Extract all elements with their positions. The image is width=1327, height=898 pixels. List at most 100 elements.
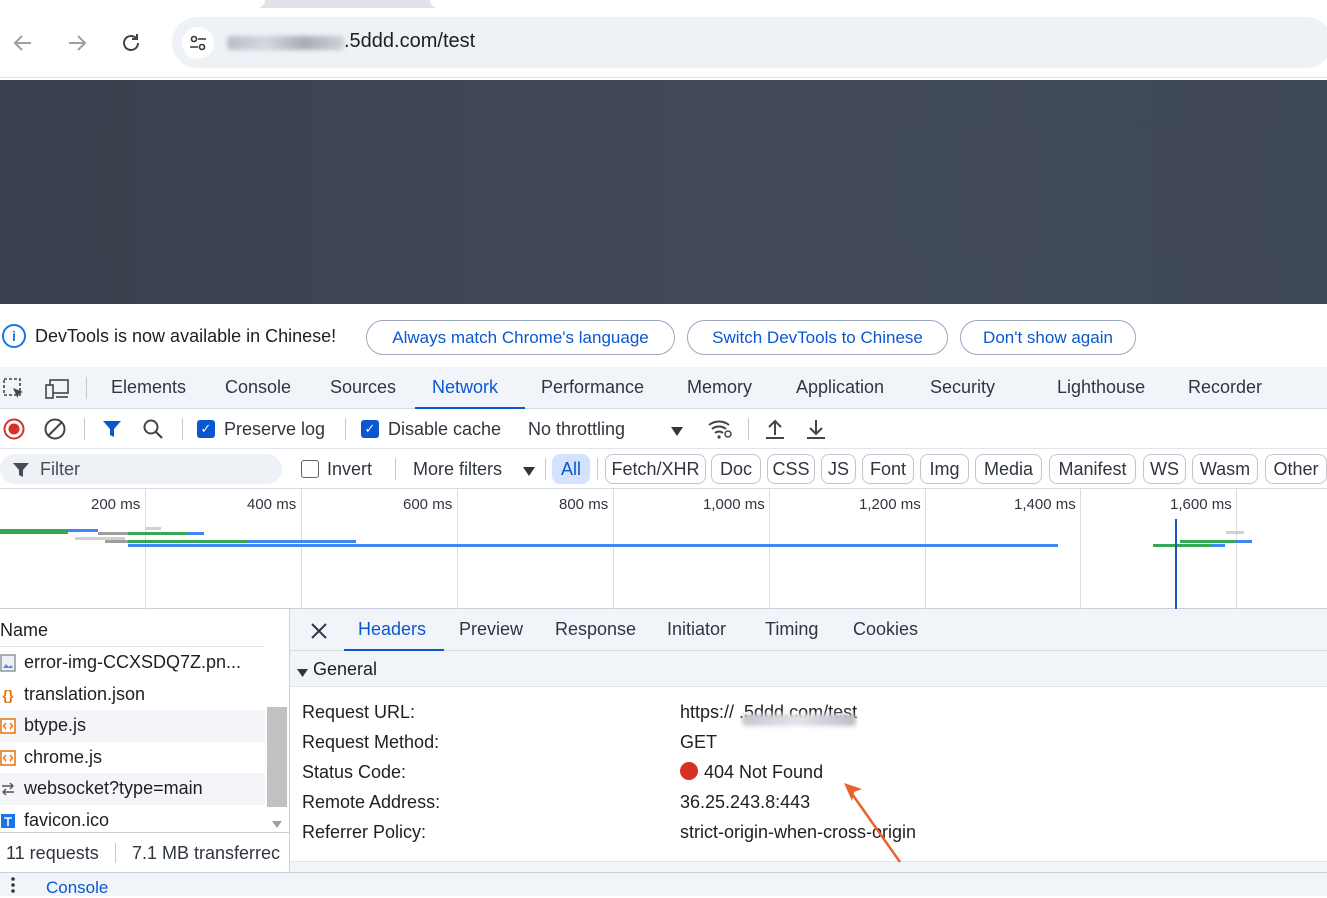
- tab-response[interactable]: Response: [555, 619, 636, 640]
- device-toolbar-icon[interactable]: [44, 377, 70, 406]
- request-count: 11 requests: [6, 843, 99, 863]
- filter-funnel-icon[interactable]: [101, 418, 123, 445]
- filter-chip-font[interactable]: Font: [862, 454, 914, 484]
- response-headers-section[interactable]: [290, 861, 1327, 872]
- switch-to-chinese-button[interactable]: Switch DevTools to Chinese: [687, 320, 948, 355]
- request-row[interactable]: error-img-CCXSDQ7Z.pn...: [0, 647, 265, 679]
- tab-performance[interactable]: Performance: [541, 377, 644, 398]
- disable-cache-label: Disable cache: [388, 419, 502, 439]
- tab-security[interactable]: Security: [930, 377, 995, 398]
- forward-arrow-icon[interactable]: [62, 28, 92, 58]
- separator: [748, 418, 749, 440]
- request-row[interactable]: websocket?type=main: [0, 773, 265, 805]
- close-icon[interactable]: [310, 622, 328, 645]
- download-icon[interactable]: [805, 417, 827, 446]
- request-details: Headers Preview Response Initiator Timin…: [290, 609, 1327, 872]
- tab-memory[interactable]: Memory: [687, 377, 752, 398]
- timeline-tick-label: 600 ms: [403, 496, 453, 513]
- details-tabbar: Headers Preview Response Initiator Timin…: [290, 609, 1327, 651]
- tab-headers[interactable]: Headers: [358, 619, 426, 640]
- field-value[interactable]: 36.25.243.8:443: [680, 792, 810, 813]
- waterfall-bar: [68, 529, 98, 532]
- preserve-log-checkbox[interactable]: ✓: [197, 420, 215, 438]
- timeline-tick-label: 1,000 ms: [703, 496, 765, 513]
- network-status-bar: 11 requests 7.1 MB transferrec: [0, 832, 289, 872]
- filter-input[interactable]: Filter: [0, 454, 282, 484]
- address-bar[interactable]: .5ddd.com/test: [172, 17, 1327, 68]
- timeline-tick-label: 400 ms: [247, 496, 297, 513]
- browser-tab[interactable]: [430, 0, 1327, 8]
- url-text: .5ddd.com/test: [344, 30, 476, 52]
- field-value[interactable]: GET: [680, 732, 717, 753]
- request-list-header[interactable]: Name: [0, 609, 289, 647]
- throttling-select[interactable]: No throttling: [528, 419, 625, 440]
- dont-show-again-button[interactable]: Don't show again: [960, 320, 1136, 355]
- preserve-log-label: Preserve log: [224, 419, 326, 439]
- request-row[interactable]: chrome.js: [0, 741, 265, 773]
- name-column-header[interactable]: Name: [0, 620, 48, 641]
- invert-label: Invert: [327, 459, 373, 479]
- filter-chip-js[interactable]: JS: [821, 454, 856, 484]
- field-key: Request Method:: [302, 732, 440, 752]
- chevron-down-icon[interactable]: [297, 665, 308, 683]
- tab-preview[interactable]: Preview: [459, 619, 523, 640]
- separator: [182, 418, 183, 440]
- chevron-down-icon[interactable]: [523, 464, 535, 482]
- filter-chip-doc[interactable]: Doc: [711, 454, 761, 484]
- drawer-tab-console[interactable]: Console: [46, 878, 108, 898]
- section-title: General: [313, 659, 378, 679]
- browser-tab[interactable]: [0, 0, 265, 8]
- network-overview-timeline[interactable]: 200 ms 400 ms 600 ms 800 ms 1,000 ms 1,2…: [0, 489, 1327, 609]
- timeline-gridline: [1236, 489, 1237, 609]
- filter-chip-all[interactable]: All: [552, 454, 590, 484]
- always-match-language-button[interactable]: Always match Chrome's language: [366, 320, 675, 355]
- filter-chip-manifest[interactable]: Manifest: [1049, 454, 1136, 484]
- request-row[interactable]: {} translation.json: [0, 678, 265, 710]
- inspect-element-icon[interactable]: [2, 377, 26, 406]
- waterfall-bar: [98, 532, 128, 535]
- timeline-gridline: [145, 489, 146, 609]
- waterfall-bar: [128, 540, 248, 543]
- tab-initiator[interactable]: Initiator: [667, 619, 726, 640]
- tab-elements[interactable]: Elements: [111, 377, 186, 398]
- back-arrow-icon[interactable]: [8, 28, 38, 58]
- tab-recorder[interactable]: Recorder: [1188, 377, 1262, 398]
- filter-chip-fetch-xhr[interactable]: Fetch/XHR: [605, 454, 706, 484]
- upload-icon[interactable]: [764, 417, 786, 446]
- tab-timing[interactable]: Timing: [765, 619, 818, 640]
- general-section-header[interactable]: General: [290, 651, 1327, 687]
- reload-icon[interactable]: [116, 28, 146, 58]
- tab-console[interactable]: Console: [225, 377, 291, 398]
- waterfall-bar: [1180, 540, 1236, 543]
- search-icon[interactable]: [142, 418, 164, 445]
- site-info-icon[interactable]: [182, 27, 214, 59]
- invert-checkbox[interactable]: [301, 460, 319, 478]
- scrollbar-thumb[interactable]: [267, 707, 287, 807]
- filter-chip-media[interactable]: Media: [975, 454, 1042, 484]
- tab-network[interactable]: Network: [432, 377, 498, 398]
- timeline-tick-label: 800 ms: [559, 496, 609, 513]
- browser-toolbar: .5ddd.com/test: [0, 8, 1327, 78]
- chevron-down-icon[interactable]: [671, 424, 683, 442]
- timeline-tick-label: 200 ms: [91, 496, 141, 513]
- network-conditions-icon[interactable]: [707, 417, 733, 446]
- more-options-icon[interactable]: [10, 877, 16, 898]
- timeline-gridline: [613, 489, 614, 609]
- filter-chip-img[interactable]: Img: [920, 454, 969, 484]
- tab-sources[interactable]: Sources: [330, 377, 396, 398]
- filter-chip-other[interactable]: Other: [1265, 454, 1327, 484]
- filter-chip-css[interactable]: CSS: [767, 454, 815, 484]
- status-code-value[interactable]: 404 Not Found: [680, 762, 823, 783]
- tab-application[interactable]: Application: [796, 377, 884, 398]
- tab-cookies[interactable]: Cookies: [853, 619, 918, 640]
- tab-lighthouse[interactable]: Lighthouse: [1057, 377, 1145, 398]
- request-row[interactable]: btype.js: [0, 710, 265, 742]
- filter-chip-ws[interactable]: WS: [1143, 454, 1186, 484]
- more-filters-button[interactable]: More filters: [413, 459, 502, 480]
- status-error-dot: [680, 762, 698, 780]
- clear-icon[interactable]: [44, 418, 66, 445]
- stop-recording-icon[interactable]: [3, 418, 25, 445]
- filter-chip-wasm[interactable]: Wasm: [1192, 454, 1258, 484]
- disable-cache-checkbox[interactable]: ✓: [361, 420, 379, 438]
- annotation-arrow-icon: [844, 783, 902, 863]
